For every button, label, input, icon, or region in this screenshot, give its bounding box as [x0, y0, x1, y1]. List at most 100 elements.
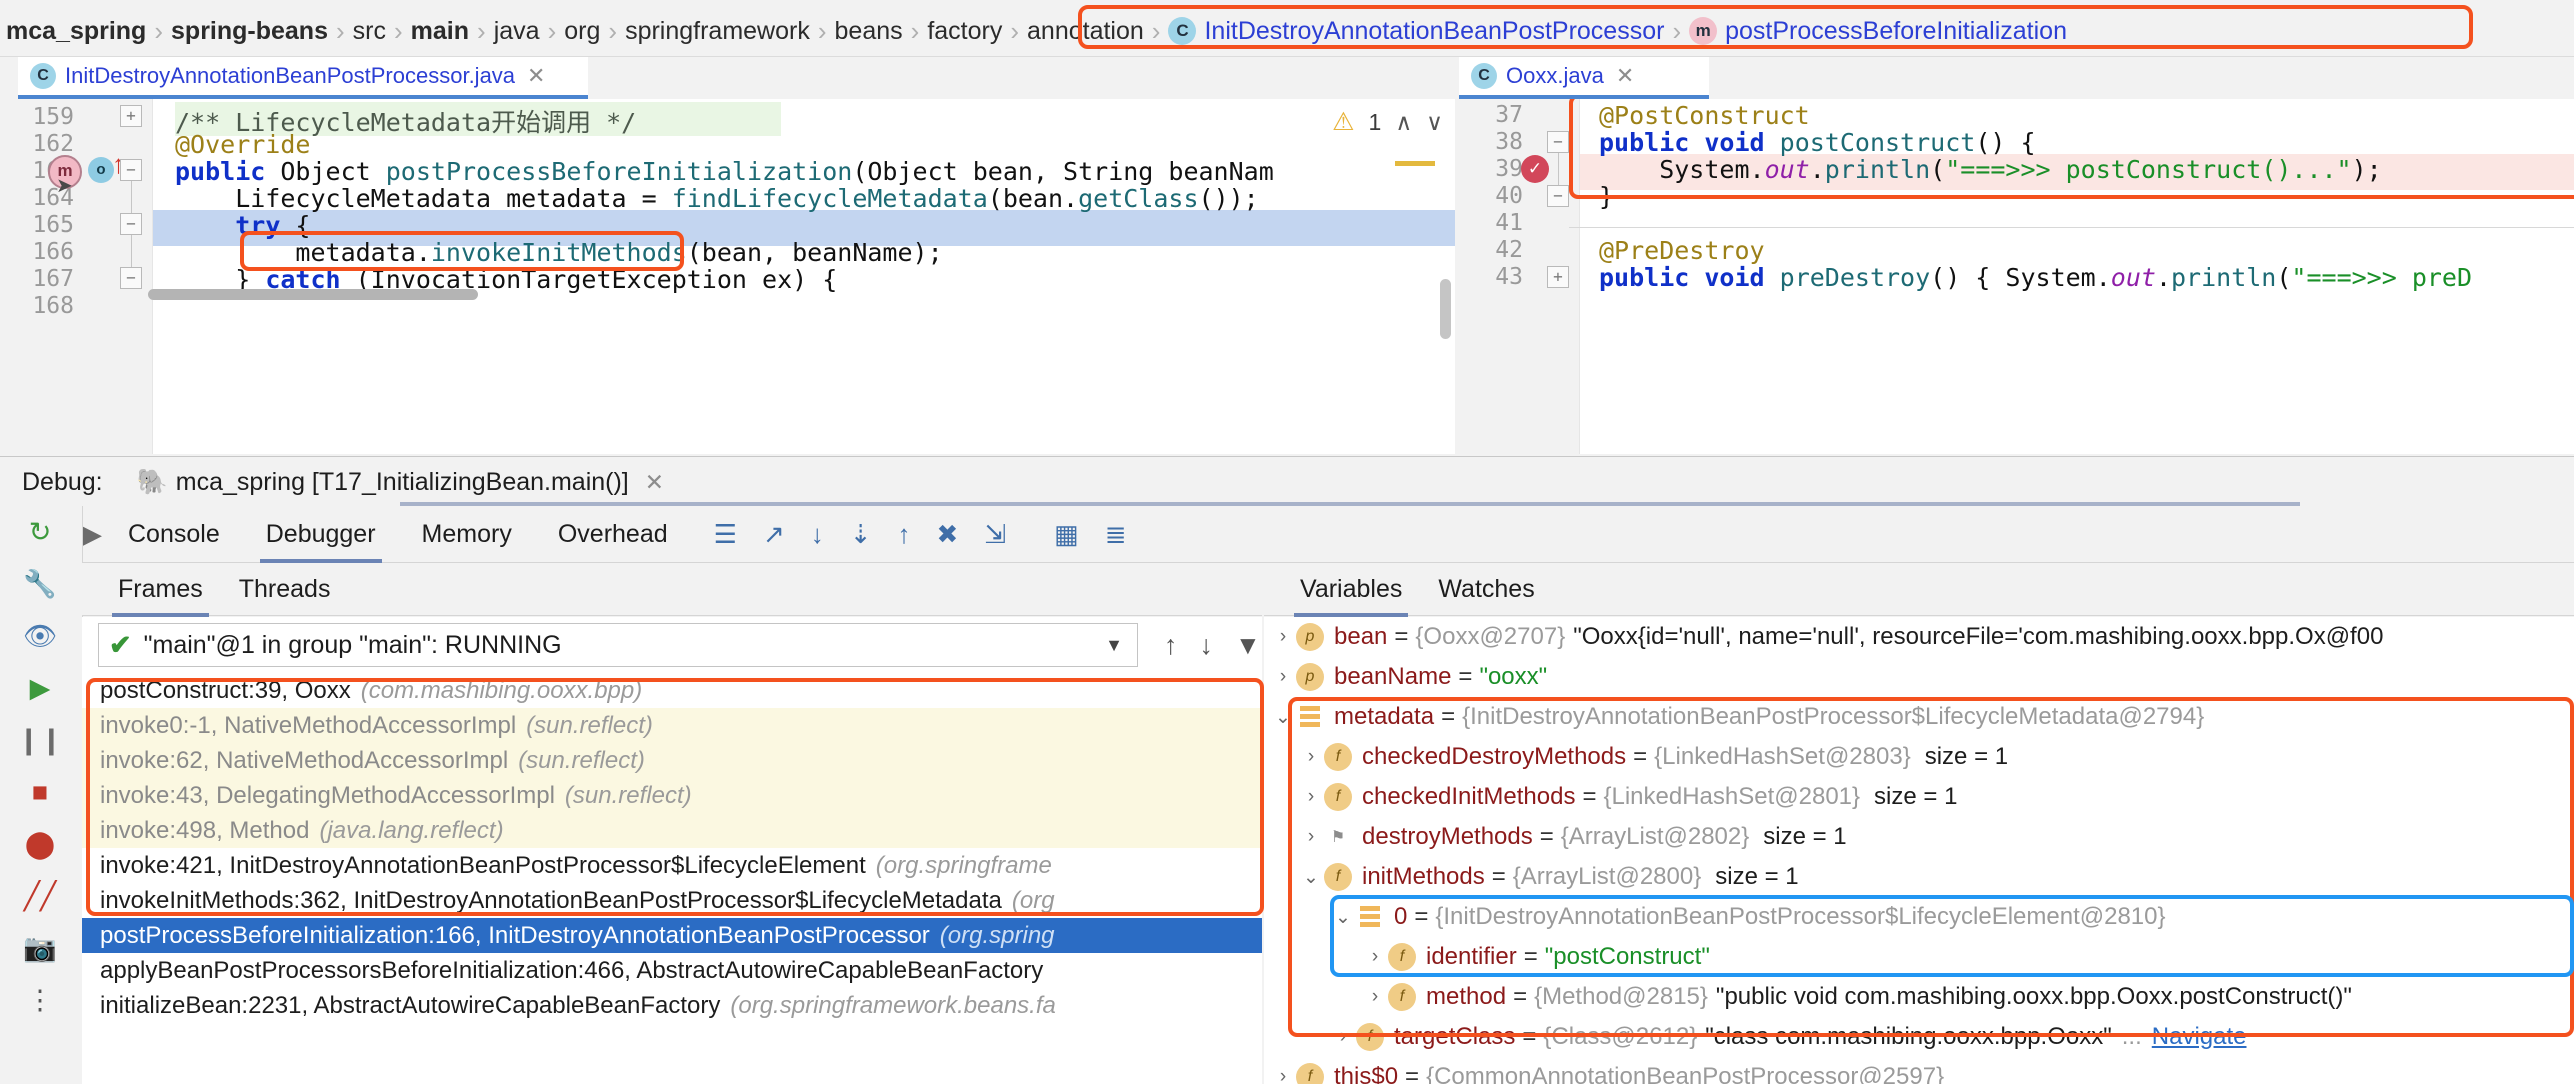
variable-row-checkedInitMethods[interactable]: › f checkedInitMethods = {LinkedHashSet@… [1264, 777, 2574, 817]
variable-row-checkedDestroyMethods[interactable]: › f checkedDestroyMethods = {LinkedHashS… [1264, 737, 2574, 777]
breadcrumb-item-springframework[interactable]: springframework [619, 17, 816, 46]
rerun-icon[interactable]: ↻ [16, 510, 64, 554]
fold-collapse-icon[interactable]: − [1547, 131, 1569, 153]
step-over-icon[interactable]: ↗ [763, 519, 785, 550]
resume-icon[interactable]: ▶ [16, 666, 64, 710]
chevron-down-icon[interactable]: ⌄ [1298, 866, 1324, 889]
mute-breakpoints-icon[interactable]: ⬤ [16, 822, 64, 866]
frame-row[interactable]: invokeInitMethods:362, InitDestroyAnnota… [82, 883, 1262, 918]
stop-icon[interactable]: ■ [16, 770, 64, 814]
variable-row-metadata[interactable]: ⌄ metadata = {InitDestroyAnnotationBeanP… [1264, 697, 2574, 737]
move-down-icon[interactable]: ↓ [1200, 630, 1214, 661]
breadcrumb-item-class[interactable]: C InitDestroyAnnotationBeanPostProcessor [1162, 17, 1670, 46]
variable-row-targetClass[interactable]: › f targetClass = {Class@2612} "class co… [1264, 1017, 2574, 1057]
tab-debugger[interactable]: Debugger [259, 520, 382, 563]
frame-row[interactable]: initializeBean:2231, AbstractAutowireCap… [82, 988, 1262, 1023]
step-into-icon[interactable]: ↓ [811, 519, 824, 550]
pause-icon[interactable]: ❙❙ [16, 718, 64, 762]
frame-row[interactable]: invoke:498, Method (java.lang.reflect) [82, 813, 1262, 848]
variable-row-index-0[interactable]: ⌄ 0 = {InitDestroyAnnotationBeanPostProc… [1264, 897, 2574, 937]
breadcrumb-item-src[interactable]: src [347, 17, 392, 46]
step-out-icon[interactable]: ↑ [898, 519, 911, 550]
close-icon[interactable]: ✕ [645, 469, 664, 496]
variable-row-method[interactable]: › f method = {Method@2815} "public void … [1264, 977, 2574, 1017]
layout-icon[interactable]: ☰ [714, 519, 737, 550]
view-breakpoints-icon[interactable]: ╱╱ [16, 874, 64, 918]
debug-configuration-tab[interactable]: mca_spring [T17_InitializingBean.main()] [176, 468, 629, 497]
chevron-right-icon[interactable]: › [1298, 826, 1324, 848]
filter-icon[interactable]: ▼ [1235, 630, 1261, 661]
fold-collapse-icon[interactable]: − [120, 213, 142, 235]
editor-gutter-right[interactable]: 36 37 38 39 40 41 42 43 ✓ − − + [1459, 99, 1580, 454]
breadcrumb-item-org[interactable]: org [558, 17, 606, 46]
more-icon[interactable]: ⋮ [16, 978, 64, 1022]
close-icon[interactable]: ✕ [1616, 63, 1634, 89]
editor-pane-left[interactable]: 159 162 163 164 165 166 167 168 m ➤ o ↑ … [0, 99, 1455, 454]
variable-row-identifier[interactable]: › f identifier = "postConstruct" [1264, 937, 2574, 977]
eye-icon[interactable]: 👁 [16, 614, 64, 658]
variable-row-this0[interactable]: › f this$0 = {CommonAnnotationBeanPostPr… [1264, 1057, 2574, 1084]
chevron-down-icon[interactable]: ⌄ [1330, 906, 1356, 929]
fold-collapse-icon[interactable]: − [120, 159, 142, 181]
variable-row-initMethods[interactable]: ⌄ f initMethods = {ArrayList@2800} size … [1264, 857, 2574, 897]
console-icon[interactable]: ▶ [82, 519, 102, 550]
editor-tab-Ooxx[interactable]: C Ooxx.java ✕ [1459, 57, 1709, 99]
close-icon[interactable]: ✕ [527, 63, 545, 89]
chevron-right-icon[interactable]: › [1298, 746, 1324, 768]
settings-icon[interactable]: ≣ [1105, 519, 1127, 550]
overrides-icon[interactable]: o [88, 157, 114, 183]
tab-overhead[interactable]: Overhead [558, 520, 668, 549]
frame-row[interactable]: invoke:62, NativeMethodAccessorImpl (sun… [82, 743, 1262, 778]
chevron-right-icon[interactable]: › [1270, 626, 1296, 648]
camera-icon[interactable]: 📷 [16, 926, 64, 970]
variable-row-destroyMethods[interactable]: › ⚑ destroyMethods = {ArrayList@2802} si… [1264, 817, 2574, 857]
editor-gutter-left[interactable]: 159 162 163 164 165 166 167 168 m ➤ o ↑ … [0, 99, 153, 454]
tab-variables[interactable]: Variables [1293, 575, 1409, 617]
frame-row[interactable]: invoke:43, DelegatingMethodAccessorImpl … [82, 778, 1262, 813]
tab-frames[interactable]: Frames [112, 575, 209, 617]
breadcrumb-item-annotation[interactable]: annotation [1021, 17, 1150, 46]
chevron-right-icon[interactable]: › [1362, 986, 1388, 1008]
thread-selector[interactable]: ✔ "main"@1 in group "main": RUNNING ▼ [98, 623, 1138, 667]
chevron-right-icon[interactable]: › [1362, 946, 1388, 968]
fold-collapse-icon[interactable]: − [120, 267, 142, 289]
frame-row[interactable]: postConstruct:39, Ooxx (com.mashibing.oo… [82, 673, 1262, 708]
breakpoint-icon[interactable]: ✓ [1521, 155, 1549, 183]
breadcrumb-item-beans[interactable]: beans [829, 17, 909, 46]
fold-expand-icon[interactable]: + [120, 105, 142, 127]
tab-threads[interactable]: Threads [239, 575, 331, 604]
variables-panel[interactable]: › p bean = {Ooxx@2707} "Ooxx{id='null', … [1264, 617, 2574, 1084]
frames-list[interactable]: postConstruct:39, Ooxx (com.mashibing.oo… [82, 673, 1262, 1084]
wrench-icon[interactable]: 🔧 [16, 562, 64, 606]
breadcrumb-item-java[interactable]: java [488, 17, 546, 46]
breadcrumb-item-mca_spring[interactable]: mca_spring [0, 17, 152, 46]
fold-expand-icon[interactable]: + [1547, 266, 1569, 288]
force-step-into-icon[interactable]: ⇣ [850, 519, 872, 550]
chevron-up-icon[interactable]: ∧ [1395, 109, 1412, 136]
navigate-link[interactable]: Navigate [2152, 1023, 2247, 1051]
chevron-right-icon[interactable]: › [1330, 1026, 1356, 1048]
frame-row[interactable]: applyBeanPostProcessorsBeforeInitializat… [82, 953, 1262, 988]
run-to-cursor-icon[interactable]: ⇲ [984, 519, 1006, 550]
tab-watches[interactable]: Watches [1438, 575, 1534, 604]
frame-row[interactable]: invoke:421, InitDestroyAnnotationBeanPos… [82, 848, 1262, 883]
fold-collapse-icon[interactable]: − [1547, 185, 1569, 207]
chevron-down-icon[interactable]: ▼ [1105, 635, 1123, 656]
chevron-right-icon[interactable]: › [1270, 1066, 1296, 1084]
breadcrumb-item-main[interactable]: main [405, 17, 475, 46]
vertical-scrollbar[interactable] [1440, 279, 1451, 339]
chevron-down-icon[interactable]: ∨ [1426, 109, 1443, 136]
move-up-icon[interactable]: ↑ [1164, 630, 1178, 661]
variable-row-beanName[interactable]: › p beanName = "ooxx" [1264, 657, 2574, 697]
inspection-widget[interactable]: ⚠ 1 ∧ ∨ [1332, 107, 1443, 137]
editor-pane-right[interactable]: 36 37 38 39 40 41 42 43 ✓ − − + @PostCon… [1459, 99, 2574, 454]
editor-tab-InitDestroyAnnotationBeanPostProcessor[interactable]: C InitDestroyAnnotationBeanPostProcessor… [18, 57, 588, 99]
tab-memory[interactable]: Memory [422, 520, 512, 549]
breadcrumb-item-factory[interactable]: factory [921, 17, 1008, 46]
chevron-right-icon[interactable]: › [1298, 786, 1324, 808]
evaluate-icon[interactable]: ▦ [1054, 519, 1079, 550]
drop-frame-icon[interactable]: ✖ [937, 519, 959, 550]
chevron-right-icon[interactable]: › [1270, 666, 1296, 688]
breadcrumb-item-method[interactable]: m postProcessBeforeInitialization [1683, 17, 2073, 46]
tab-console[interactable]: Console [128, 520, 220, 549]
